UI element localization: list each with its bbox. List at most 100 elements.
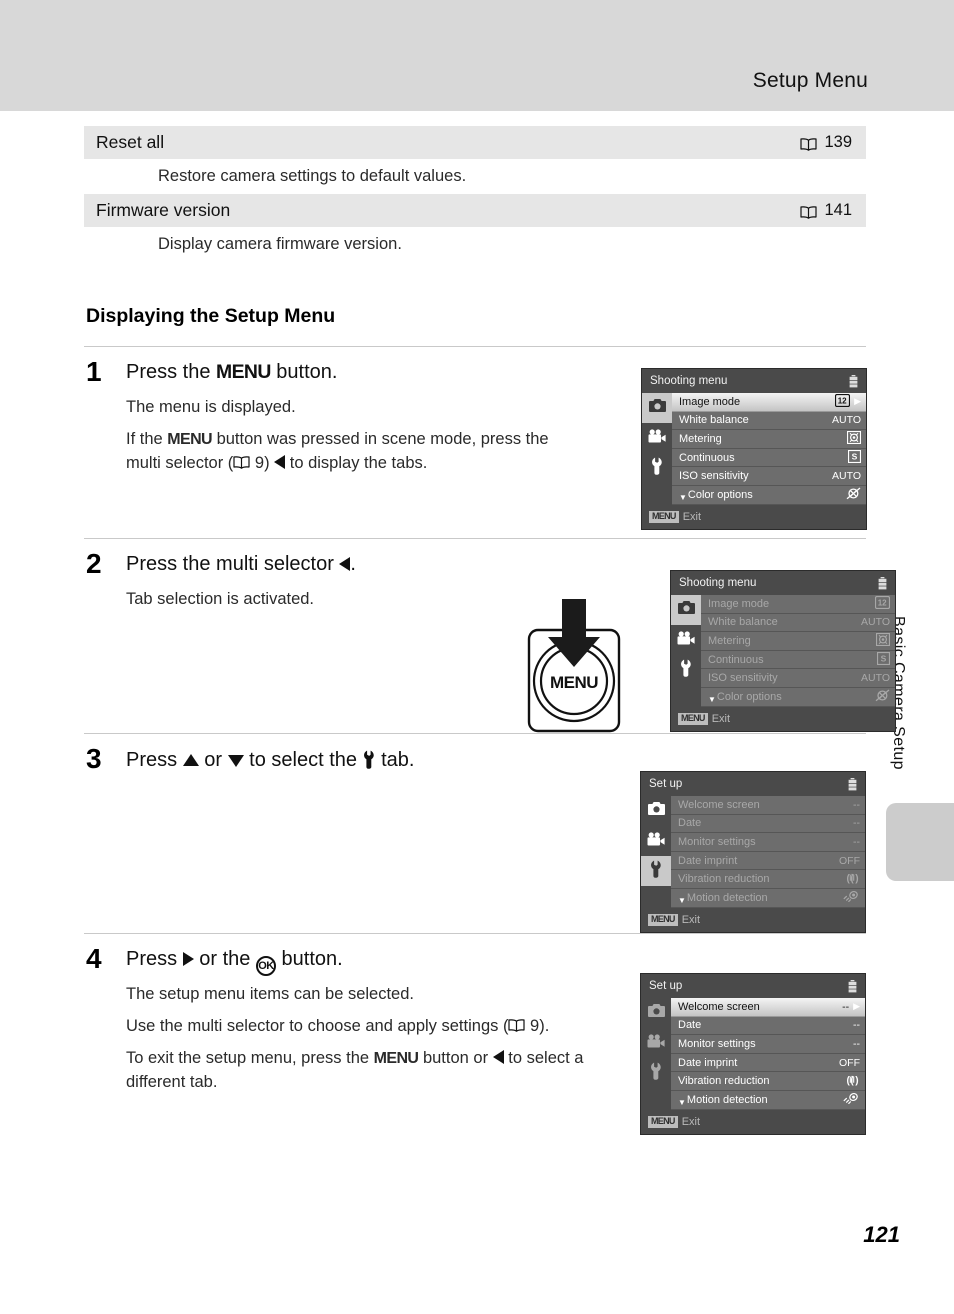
- lcd-menu-item-label: ISO sensitivity: [679, 470, 749, 483]
- lcd-menu-item[interactable]: Date imprint OFF: [671, 1053, 865, 1073]
- lcd-menu-item[interactable]: ▼ Color options: [672, 485, 866, 505]
- lcd-tab-movie[interactable]: [671, 625, 701, 655]
- lcd-menu-item-value: AUTO: [832, 470, 861, 482]
- lcd-menu-item[interactable]: Date --: [671, 1016, 865, 1036]
- lcd-menu-item[interactable]: Image mode 12 ▶: [672, 393, 866, 412]
- step-number: 3: [86, 743, 102, 774]
- lcd-menu-item[interactable]: Welcome screen -- ▶: [671, 998, 865, 1017]
- lcd-tab-strip: [642, 393, 672, 505]
- lcd-tab-wrench[interactable]: [642, 453, 672, 483]
- lcd-menu-item[interactable]: ▼ Color options: [701, 687, 895, 707]
- lcd-tab-camera[interactable]: [641, 998, 671, 1028]
- lcd-menu-item[interactable]: ISO sensitivity AUTO: [672, 467, 866, 486]
- lcd-menu-item[interactable]: ▼ Motion detection: [671, 888, 865, 908]
- lcd-menu-item-value: OFF: [839, 1057, 860, 1069]
- lcd-value-text: OFF: [839, 1056, 860, 1069]
- battery-icon: [878, 576, 887, 590]
- scroll-down-marker: ▼: [679, 493, 687, 503]
- vibration-reduction-icon: ((): [844, 1074, 860, 1089]
- step-paragraph: If the MENU button was pressed in scene …: [126, 428, 586, 475]
- battery-icon: [848, 979, 857, 993]
- step-title-text: to select the: [243, 749, 363, 771]
- continuous-single-icon: S: [847, 449, 862, 466]
- wrench-tab-icon: [651, 457, 664, 480]
- book-icon: [233, 453, 250, 469]
- arrow-left-icon: [492, 1050, 504, 1065]
- lcd-menu-item-label: Date: [678, 817, 702, 830]
- lcd-menu-item-value: 12 ▶: [834, 393, 861, 410]
- lcd-exit-label: Exit: [681, 1115, 701, 1128]
- lcd-menu-item[interactable]: Date --: [671, 814, 865, 834]
- lcd-menu-item-label: ISO sensitivity: [708, 672, 778, 685]
- wrench-tab-icon: [680, 659, 693, 682]
- step-title-text: or: [198, 749, 228, 771]
- motion-detection-icon: [843, 1092, 860, 1107]
- step-number: 4: [86, 943, 102, 974]
- step-title-text: tab.: [375, 749, 415, 771]
- lcd-menu-item[interactable]: Continuous S: [672, 448, 866, 468]
- lcd-menu-item[interactable]: Monitor settings --: [671, 1035, 865, 1054]
- spec-ref-number: 139: [824, 133, 852, 151]
- battery-icon: [848, 777, 857, 791]
- lcd-title-bar: Set up: [641, 974, 865, 998]
- table-row: Reset all 139: [84, 126, 866, 159]
- lcd-menu-item[interactable]: Welcome screen --: [671, 796, 865, 815]
- lcd-menu-item[interactable]: ▼ Motion detection: [671, 1090, 865, 1110]
- menu-key-chip: MENU: [648, 913, 678, 926]
- lcd-menu-item[interactable]: White balance AUTO: [672, 411, 866, 431]
- step-text: button or: [418, 1049, 493, 1068]
- lcd-menu-item-value: [875, 632, 891, 649]
- lcd-menu-item-value: --: [853, 817, 860, 829]
- step-title-text: Press the: [126, 361, 217, 383]
- lcd-menu-item[interactable]: Image mode 12: [701, 595, 895, 614]
- book-icon: [508, 1016, 526, 1032]
- lcd-tab-wrench[interactable]: [671, 655, 701, 685]
- lcd-tab-wrench[interactable]: [641, 856, 671, 886]
- lcd-menu-item[interactable]: White balance AUTO: [701, 613, 895, 633]
- lcd-menu-item[interactable]: Vibration reduction ((): [671, 870, 865, 889]
- step-paragraph: The setup menu items can be selected.: [126, 984, 414, 1003]
- lcd-menu-item-value: [843, 1092, 860, 1107]
- lcd-menu-item-value: --: [853, 1019, 860, 1031]
- color-options-standard-icon: [846, 487, 861, 503]
- lcd-menu-item[interactable]: Metering: [672, 430, 866, 449]
- spec-name: Reset all: [96, 132, 165, 152]
- step-title-text: Press the multi selector: [126, 553, 340, 575]
- lcd-exit-label: Exit: [682, 510, 702, 523]
- step-title-text: Press: [126, 948, 183, 970]
- lcd-title-bar: Shooting menu: [642, 369, 866, 393]
- book-icon: [800, 137, 818, 151]
- lcd-footer: MENU Exit: [641, 907, 865, 932]
- lcd-menu-item-value: 12: [874, 595, 891, 612]
- lcd-menu-item[interactable]: ISO sensitivity AUTO: [701, 669, 895, 688]
- spec-page-ref: 141: [800, 201, 852, 220]
- lcd-menu-item[interactable]: Date imprint OFF: [671, 851, 865, 871]
- lcd-tab-movie[interactable]: [642, 423, 672, 453]
- lcd-value-text: --: [853, 817, 860, 830]
- lcd-menu-item-label: Monitor settings: [678, 835, 756, 848]
- lcd-tab-camera[interactable]: [671, 595, 701, 625]
- chevron-right-icon: ▶: [854, 396, 861, 407]
- lcd-menu-item[interactable]: Metering: [701, 632, 895, 651]
- lcd-tab-camera[interactable]: [642, 393, 672, 423]
- lcd-menu-item-label: Date imprint: [678, 1056, 738, 1069]
- lcd-title-bar: Set up: [641, 772, 865, 796]
- lcd-menu-item[interactable]: Monitor settings --: [671, 833, 865, 852]
- menu-label: MENU: [167, 431, 212, 449]
- lcd-footer: MENU Exit: [642, 504, 866, 529]
- lcd-menu-item-label: Vibration reduction: [678, 873, 770, 886]
- arrow-down-icon: [227, 755, 244, 767]
- lcd-tab-wrench[interactable]: [641, 1058, 671, 1088]
- step-text: To exit the setup menu, press the: [126, 1049, 374, 1068]
- step-title-text: button.: [275, 948, 343, 970]
- lcd-menu-list: Welcome screen -- Date -- Monitor settin…: [671, 796, 865, 908]
- step-title-text: button.: [270, 361, 338, 383]
- lcd-menu-item[interactable]: Vibration reduction ((): [671, 1072, 865, 1091]
- lcd-tab-movie[interactable]: [641, 1028, 671, 1058]
- lcd-menu-item-value: --: [853, 799, 860, 811]
- step-title-text: or the: [193, 948, 256, 970]
- lcd-tab-camera[interactable]: [641, 796, 671, 826]
- lcd-menu-item[interactable]: Continuous S: [701, 650, 895, 670]
- lcd-tab-movie[interactable]: [641, 826, 671, 856]
- lcd-menu-title: Set up: [649, 980, 683, 992]
